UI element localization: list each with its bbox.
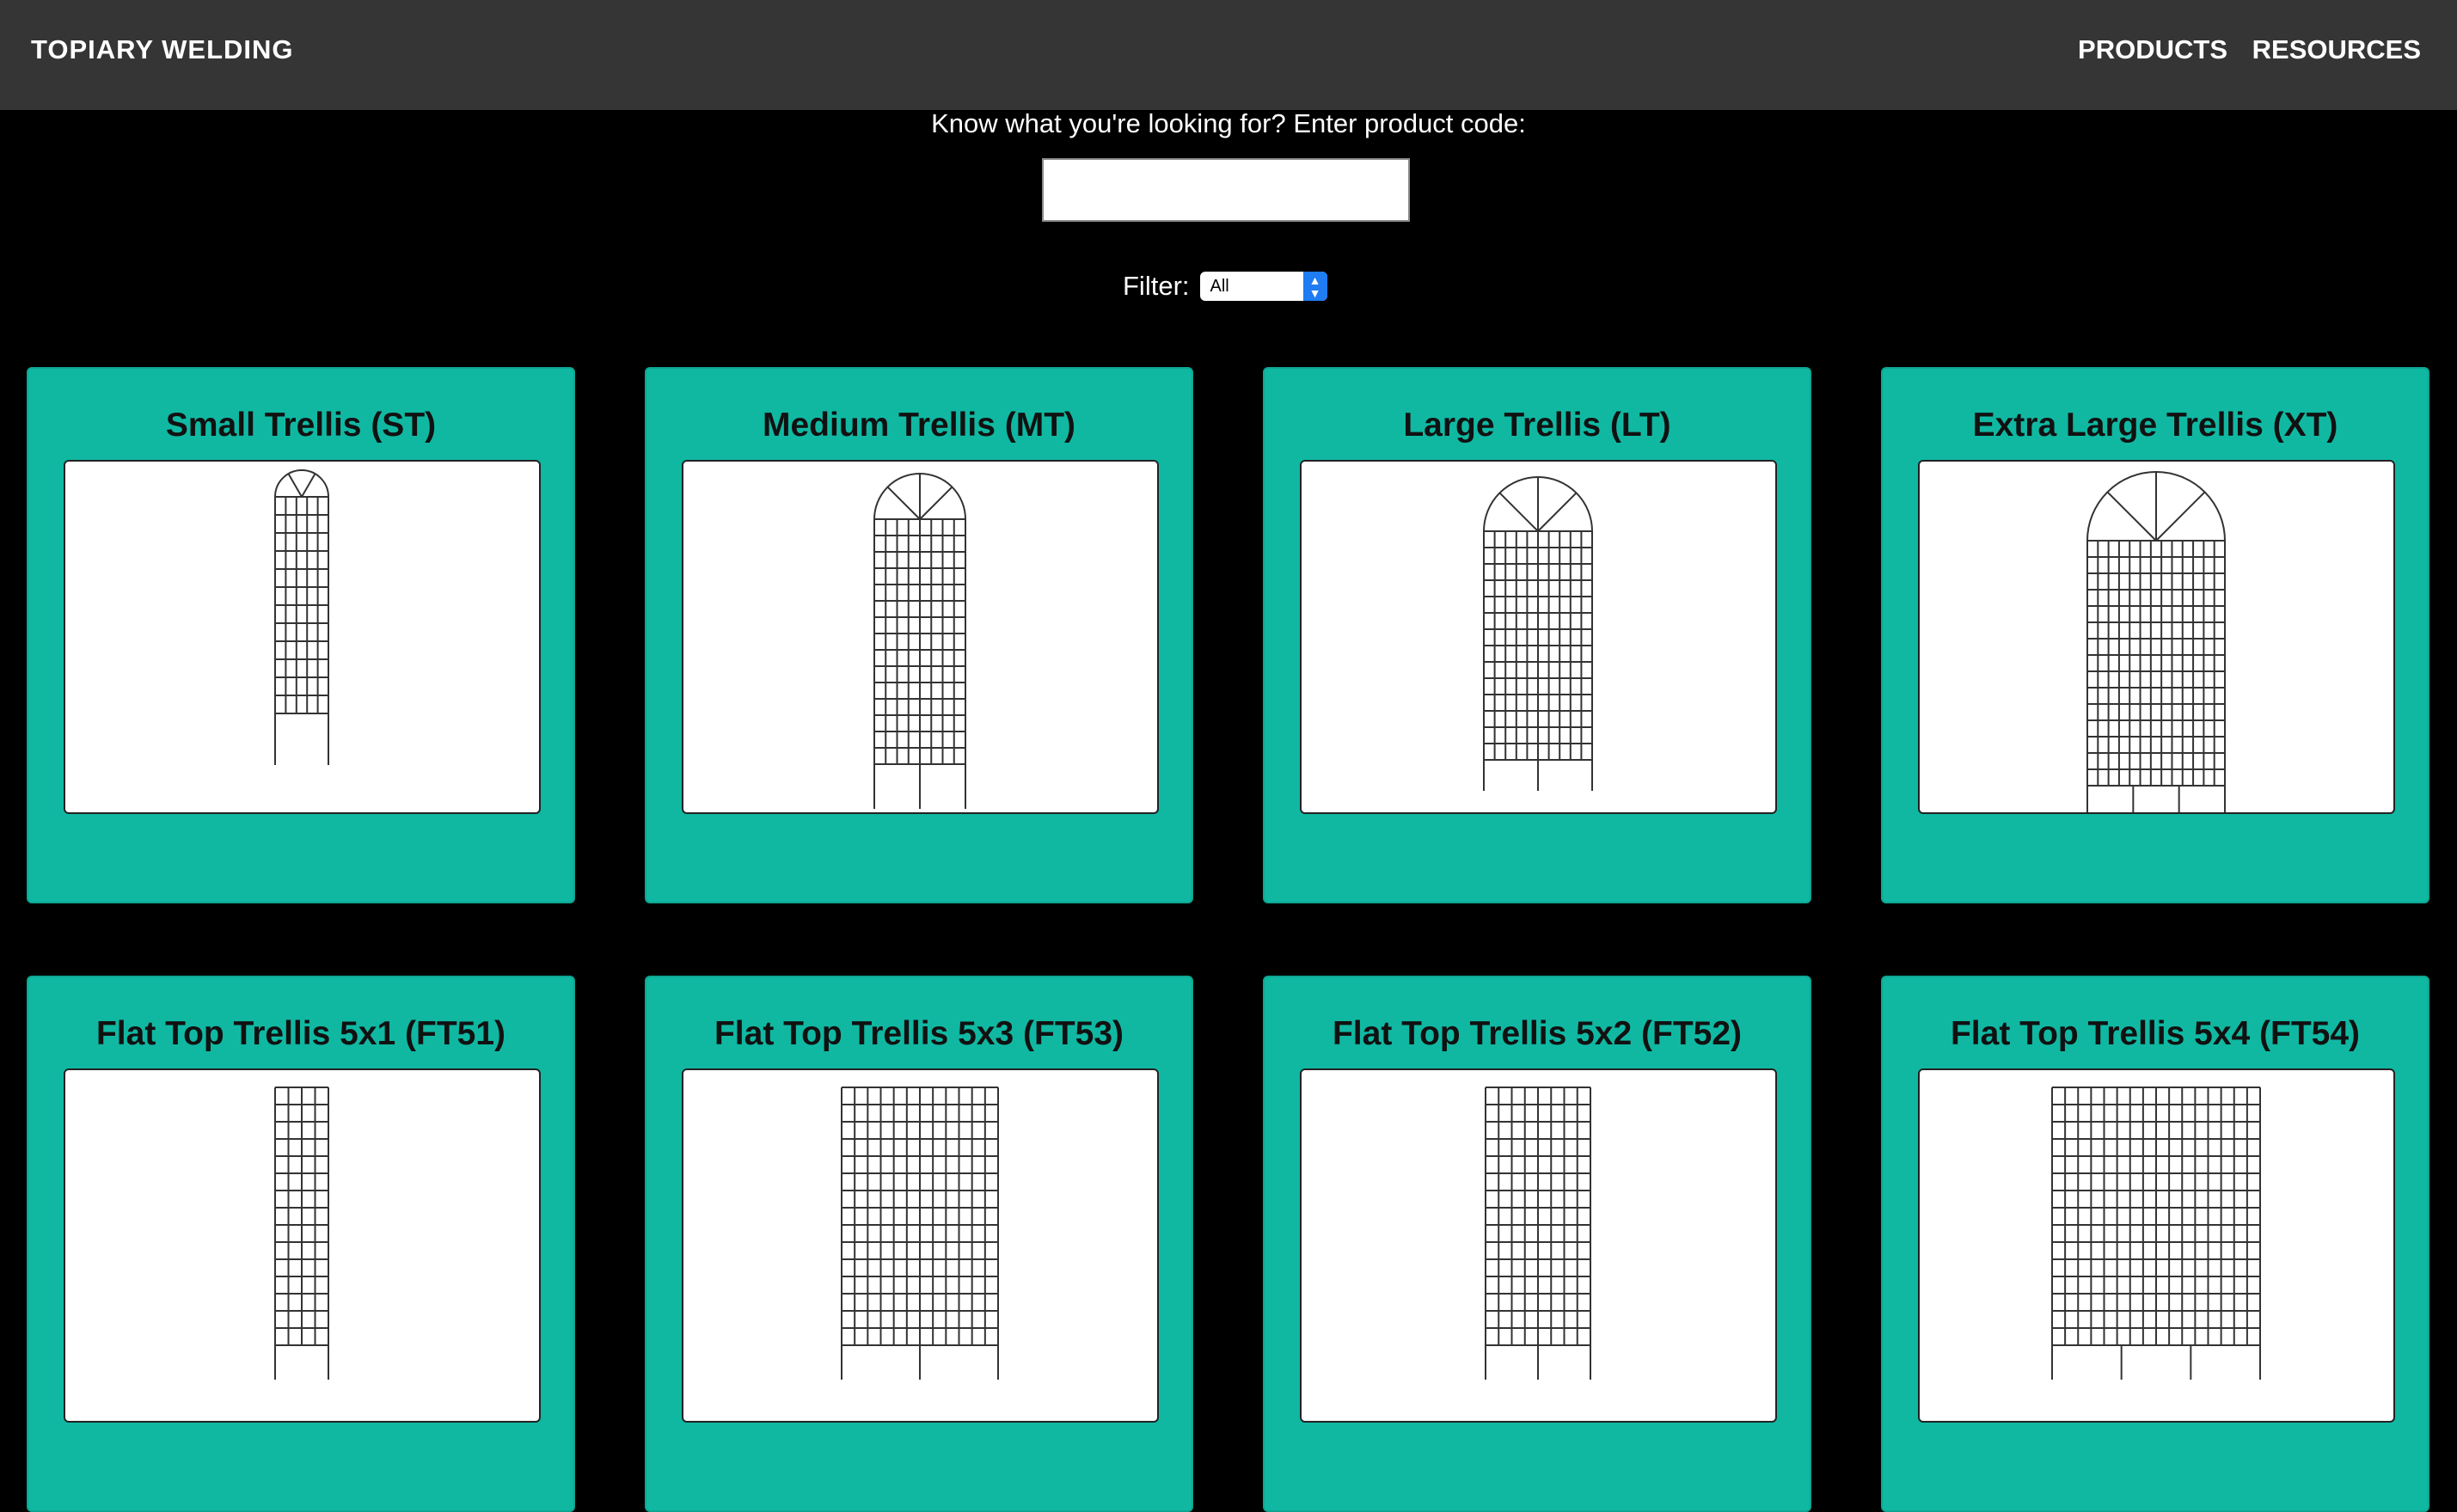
- trellis-drawing-icon: [841, 1087, 999, 1380]
- product-image: [1300, 460, 1777, 814]
- product-title: Large Trellis (LT): [1403, 407, 1671, 444]
- trellis-drawing-icon: [274, 469, 329, 765]
- product-card-mt[interactable]: Medium Trellis (MT): [645, 367, 1193, 903]
- trellis-drawing-icon: [274, 1087, 329, 1380]
- product-image: [1918, 1068, 2395, 1423]
- product-title: Small Trellis (ST): [165, 407, 437, 444]
- product-card-st[interactable]: Small Trellis (ST): [27, 367, 575, 903]
- nav-link-products[interactable]: PRODUCTS: [2078, 34, 2227, 64]
- product-card-ft52[interactable]: Flat Top Trellis 5x2 (FT52): [1263, 976, 1811, 1512]
- product-image: [682, 1068, 1159, 1423]
- product-title: Medium Trellis (MT): [762, 407, 1076, 444]
- product-title: Flat Top Trellis 5x3 (FT53): [714, 1015, 1124, 1052]
- product-card-ft51[interactable]: Flat Top Trellis 5x1 (FT51): [27, 976, 575, 1512]
- product-code-input[interactable]: [1042, 158, 1410, 222]
- nav-links: PRODUCTS RESOURCES: [2061, 34, 2421, 65]
- trellis-drawing-icon: [873, 473, 966, 809]
- product-card-lt[interactable]: Large Trellis (LT): [1263, 367, 1811, 903]
- product-image: [64, 460, 541, 814]
- product-image: [1300, 1068, 1777, 1423]
- filter-selected-value: All: [1210, 277, 1229, 296]
- filter-label: Filter:: [1123, 271, 1190, 301]
- trellis-drawing-icon: [1485, 1087, 1591, 1380]
- product-image: [64, 1068, 541, 1423]
- product-card-ft53[interactable]: Flat Top Trellis 5x3 (FT53): [645, 976, 1193, 1512]
- product-title: Flat Top Trellis 5x4 (FT54): [1950, 1015, 2361, 1052]
- product-card-ft54[interactable]: Flat Top Trellis 5x4 (FT54): [1881, 976, 2429, 1512]
- trellis-drawing-icon: [2086, 471, 2226, 812]
- product-title: Flat Top Trellis 5x1 (FT51): [95, 1015, 506, 1052]
- product-code-label: Know what you're looking for? Enter prod…: [931, 108, 1526, 138]
- filter-row: Filter: All ▲ ▼: [1123, 271, 1327, 302]
- product-card-xt[interactable]: Extra Large Trellis (XT): [1881, 367, 2429, 903]
- trellis-drawing-icon: [1483, 476, 1593, 791]
- nav-link-resources[interactable]: RESOURCES: [2252, 34, 2421, 64]
- product-image: [682, 460, 1159, 814]
- trellis-drawing-icon: [2051, 1087, 2261, 1380]
- product-image: [1918, 460, 2395, 814]
- product-title: Flat Top Trellis 5x2 (FT52): [1332, 1015, 1743, 1052]
- filter-select[interactable]: All ▲ ▼: [1199, 272, 1327, 301]
- chevron-updown-icon: ▲ ▼: [1302, 272, 1327, 301]
- product-title: Extra Large Trellis (XT): [1972, 407, 2338, 444]
- brand-logo[interactable]: TOPIARY WELDING: [31, 34, 294, 65]
- top-navbar: TOPIARY WELDING PRODUCTS RESOURCES: [0, 0, 2457, 110]
